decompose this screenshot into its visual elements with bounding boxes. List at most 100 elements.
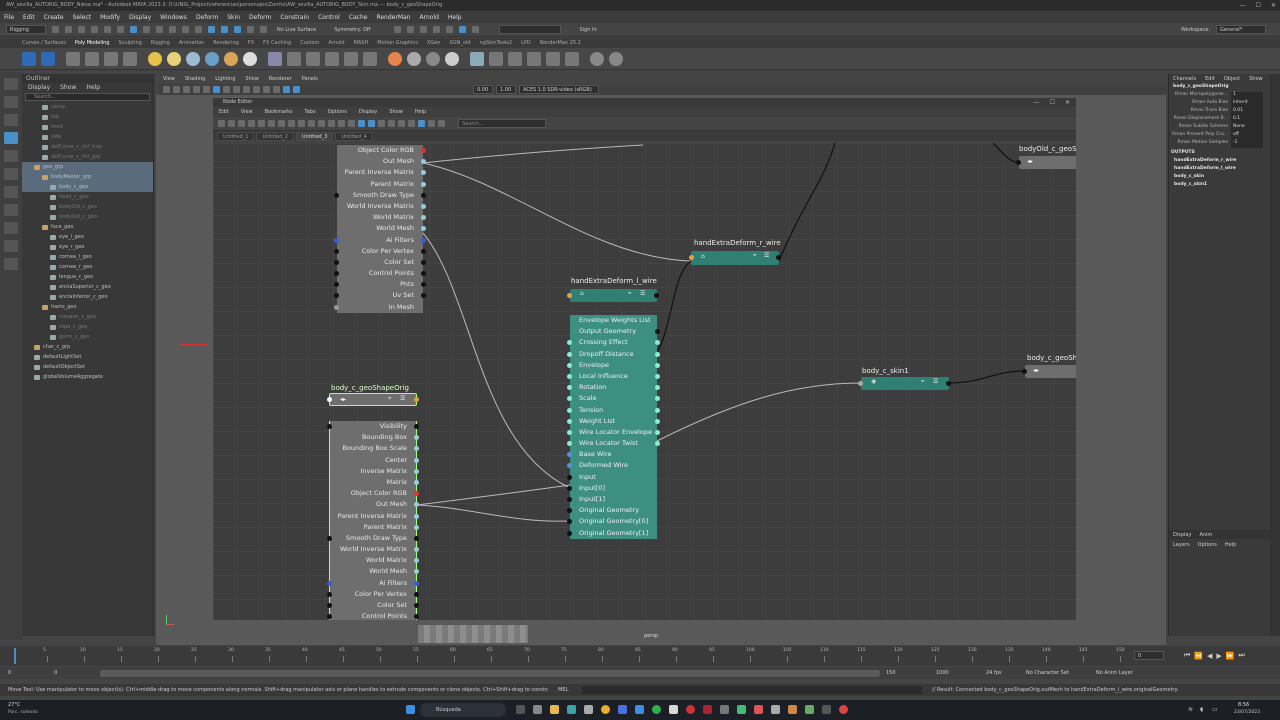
taskbar-search[interactable]: Búsqueda bbox=[420, 703, 506, 717]
menu-5[interactable]: Display bbox=[129, 14, 151, 21]
orig-output-port[interactable] bbox=[414, 397, 419, 402]
range-end-field[interactable]: 150 bbox=[886, 670, 930, 676]
step-back-icon[interactable]: ⏪ bbox=[1194, 652, 1203, 660]
input-port[interactable] bbox=[334, 237, 339, 243]
node-attr[interactable]: Object Color RGB bbox=[330, 488, 419, 499]
range-bar[interactable] bbox=[100, 669, 880, 677]
node-attr[interactable]: Center bbox=[330, 455, 419, 466]
anim-layer-dropdown[interactable]: No Anim Layer bbox=[1096, 670, 1156, 676]
output-port[interactable] bbox=[421, 181, 426, 187]
input-port[interactable] bbox=[327, 591, 332, 597]
taskbar-app-icon[interactable] bbox=[720, 705, 729, 714]
windows-start-icon[interactable] bbox=[406, 705, 415, 714]
channel-box-menu-item[interactable]: Edit bbox=[1205, 76, 1215, 82]
settings-shelf-icon[interactable] bbox=[407, 51, 421, 66]
channel-row[interactable]: Rman Auto Bias inherit bbox=[1169, 100, 1270, 108]
node-attr[interactable]: Control Points bbox=[327, 611, 419, 620]
input-port[interactable] bbox=[567, 530, 572, 536]
input-port[interactable] bbox=[567, 407, 572, 413]
node-menu-icon[interactable]: ☰ bbox=[764, 252, 769, 259]
orig-node-header[interactable]: ◂▸ ⌖ ☰ bbox=[329, 393, 417, 406]
shelf-tab[interactable]: XGen bbox=[427, 40, 441, 46]
node-attr[interactable]: Matrix bbox=[330, 477, 419, 488]
outliner-menu-show[interactable]: Show bbox=[60, 84, 76, 91]
node-graph-canvas[interactable]: Object Color RGB Out Mesh Parent Inverse M… bbox=[213, 143, 1076, 620]
outliner-item[interactable]: defCurve_c_ctrl_tmp bbox=[22, 142, 153, 152]
input-port[interactable] bbox=[334, 293, 339, 299]
refresh-icon[interactable] bbox=[428, 120, 435, 127]
shelf-gear-icon[interactable] bbox=[590, 51, 604, 66]
taskbar-app-icon[interactable] bbox=[703, 705, 712, 714]
menu-0[interactable]: File bbox=[4, 14, 14, 21]
new-scene-icon[interactable] bbox=[52, 26, 59, 33]
node-attr[interactable]: Color Per Vertex bbox=[334, 246, 426, 257]
graph-settings-icon[interactable] bbox=[398, 120, 405, 127]
outliner-item[interactable]: side bbox=[22, 132, 153, 142]
input-port[interactable] bbox=[567, 418, 572, 424]
node-attr[interactable]: Out Mesh bbox=[337, 156, 426, 167]
node-attr[interactable]: Uv Set bbox=[334, 290, 426, 301]
channel-value[interactable]: 1 bbox=[1231, 92, 1263, 100]
graph-input-icon[interactable] bbox=[228, 120, 235, 127]
taskbar-app-icon[interactable] bbox=[805, 705, 814, 714]
taskbar-app-icon[interactable] bbox=[669, 705, 678, 714]
shelf-tab[interactable]: Motion Graphics bbox=[377, 40, 418, 46]
node-attr[interactable]: Smooth Draw Type bbox=[334, 190, 426, 201]
node-attr[interactable]: Parent Inverse Matrix bbox=[330, 511, 419, 522]
minimize-icon[interactable]: — bbox=[1240, 2, 1246, 9]
viewport-menu-item[interactable]: Shading bbox=[185, 76, 205, 82]
node-attr[interactable]: Local Influence bbox=[567, 371, 660, 382]
outliner-item[interactable]: eye_l_geo bbox=[22, 232, 153, 242]
menu-2[interactable]: Create bbox=[44, 14, 64, 21]
lasso-tool-icon[interactable] bbox=[4, 96, 18, 108]
playblast-icon[interactable] bbox=[446, 26, 454, 33]
input-port[interactable] bbox=[567, 519, 572, 525]
file-explorer-icon[interactable] bbox=[550, 705, 559, 714]
menu-6[interactable]: Windows bbox=[160, 14, 187, 21]
aa-icon[interactable] bbox=[263, 86, 270, 93]
output-port[interactable] bbox=[421, 148, 426, 153]
range-start-field[interactable]: 0 bbox=[8, 670, 48, 676]
layer-menu-item[interactable]: Help bbox=[1225, 542, 1236, 548]
play-back-icon[interactable]: ◀ bbox=[1207, 652, 1212, 660]
script-icon[interactable] bbox=[287, 51, 301, 66]
toggle-attr-filter-icon[interactable] bbox=[358, 120, 365, 127]
node-editor-search-input[interactable]: Search... bbox=[458, 119, 546, 128]
colorspace-dropdown[interactable]: ACES 1.0 SDR-video (sRGB) bbox=[519, 85, 599, 94]
input-port[interactable] bbox=[567, 396, 572, 402]
snap-to-grid-icon[interactable] bbox=[338, 120, 345, 127]
isolate-icon[interactable] bbox=[283, 86, 290, 93]
render-frame-icon[interactable] bbox=[394, 26, 402, 33]
close-icon[interactable]: ✕ bbox=[1271, 2, 1276, 9]
outliner-menu-help[interactable]: Help bbox=[86, 84, 100, 91]
simple-mode-icon[interactable] bbox=[268, 120, 275, 127]
node-attr[interactable]: Input[0] bbox=[567, 483, 657, 494]
spotify-icon[interactable] bbox=[652, 705, 661, 714]
layout-four-icon[interactable] bbox=[4, 204, 18, 216]
landscape-icon[interactable] bbox=[546, 51, 560, 66]
node-attr[interactable]: Color Set bbox=[334, 257, 426, 268]
layout-outliner-icon[interactable] bbox=[4, 240, 18, 252]
outliner-item[interactable]: camp bbox=[22, 102, 153, 112]
outliner-item[interactable]: hams_geo bbox=[22, 302, 153, 312]
aov-icon[interactable] bbox=[85, 51, 99, 66]
node-attr[interactable]: Deformed Wire bbox=[567, 460, 657, 471]
save-scene-icon[interactable] bbox=[78, 26, 85, 33]
input-port[interactable] bbox=[567, 373, 572, 379]
fps-dropdown[interactable]: 24 fps bbox=[986, 670, 1020, 676]
sphere-light-icon[interactable] bbox=[167, 51, 181, 66]
shelf-tab[interactable]: Poly Modeling bbox=[75, 40, 110, 46]
channel-value[interactable]: 0.1 bbox=[1231, 116, 1263, 124]
shelf-tab[interactable]: Rendering bbox=[213, 40, 239, 46]
channel-value[interactable]: -1 bbox=[1231, 140, 1263, 148]
taskbar-app-icon[interactable] bbox=[618, 705, 627, 714]
outliner-item[interactable]: cornea_l_geo bbox=[22, 252, 153, 262]
channel-row[interactable]: Rman Subdiv Scheme None bbox=[1169, 124, 1270, 132]
wire-l-input-port[interactable] bbox=[567, 293, 572, 298]
channel-row[interactable]: Rman Trace Bias 0.01 bbox=[1169, 108, 1270, 116]
input-port[interactable] bbox=[334, 282, 339, 288]
node-attr[interactable]: Original Geometry[0] bbox=[567, 516, 657, 527]
ipr-icon[interactable] bbox=[41, 51, 55, 66]
move-tool-icon[interactable] bbox=[4, 132, 18, 144]
snap-view-icon[interactable] bbox=[195, 26, 202, 33]
